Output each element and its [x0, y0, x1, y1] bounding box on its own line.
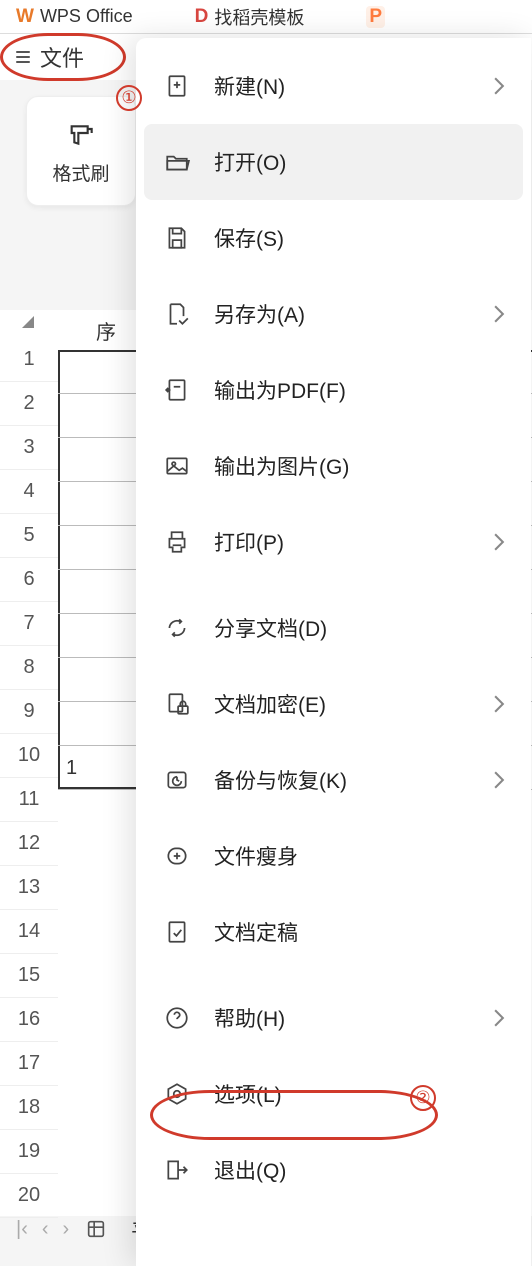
menu-item-help[interactable]: 帮助(H) [136, 980, 531, 1056]
row-header[interactable]: 12 [0, 822, 58, 866]
menu-label: 备份与恢复(K) [214, 765, 493, 795]
row-header[interactable]: 6 [0, 558, 58, 602]
menu-label: 文件瘦身 [214, 841, 505, 871]
menu-label: 打开(O) [214, 147, 505, 177]
menu-label: 分享文档(D) [214, 613, 505, 643]
menu-item-options[interactable]: 选项(L) [136, 1056, 531, 1132]
menu-item-backup[interactable]: 备份与恢复(K) [136, 742, 531, 818]
chevron-right-icon [493, 1009, 505, 1027]
menu-label: 帮助(H) [214, 1003, 493, 1033]
wps-logo-icon: W [16, 6, 34, 28]
row-header[interactable]: 19 [0, 1130, 58, 1174]
row-header[interactable]: 15 [0, 954, 58, 998]
menu-item-file-slim[interactable]: 文件瘦身 [136, 818, 531, 894]
print-icon [162, 527, 192, 557]
new-file-icon [162, 71, 192, 101]
tab-label: WPS Office [40, 6, 133, 27]
menu-label: 退出(Q) [214, 1155, 505, 1185]
menu-item-new[interactable]: 新建(N) [136, 48, 531, 124]
menu-item-save[interactable]: 保存(S) [136, 200, 531, 276]
share-icon [162, 613, 192, 643]
save-icon [162, 223, 192, 253]
prev-sheet-button[interactable]: ‹ [42, 1218, 49, 1241]
menu-item-open[interactable]: 打开(O) [144, 124, 523, 200]
row-header[interactable]: 9 [0, 690, 58, 734]
document-check-icon [162, 917, 192, 947]
chevron-right-icon [493, 533, 505, 551]
chevron-right-icon [493, 771, 505, 789]
sheet-list-icon[interactable] [85, 1218, 107, 1240]
menu-item-export-pdf[interactable]: 输出为PDF(F) [136, 352, 531, 428]
image-export-icon [162, 451, 192, 481]
select-all-triangle[interactable] [22, 316, 34, 328]
menu-label: 另存为(A) [214, 299, 493, 329]
row-header[interactable]: 14 [0, 910, 58, 954]
row-header[interactable]: 8 [0, 646, 58, 690]
row-header[interactable]: 5 [0, 514, 58, 558]
row-header[interactable]: 11 [0, 778, 58, 822]
row-header[interactable]: 13 [0, 866, 58, 910]
menu-label: 打印(P) [214, 527, 493, 557]
row-header[interactable]: 2 [0, 382, 58, 426]
backup-restore-icon [162, 765, 192, 795]
row-header[interactable]: 16 [0, 998, 58, 1042]
help-icon [162, 1003, 192, 1033]
menu-item-finalize[interactable]: 文档定稿 [136, 894, 531, 970]
menu-item-encrypt[interactable]: 文档加密(E) [136, 666, 531, 742]
menu-label: 保存(S) [214, 223, 505, 253]
paintbrush-icon [65, 117, 97, 149]
menu-label: 输出为PDF(F) [214, 375, 505, 405]
exit-icon [162, 1155, 192, 1185]
file-menu-button[interactable]: 文件 [0, 37, 100, 77]
docer-logo-icon: D [195, 6, 209, 28]
title-bar-tabs: W WPS Office D 找稻壳模板 P [0, 0, 532, 34]
ppt-logo-icon: P [366, 6, 385, 28]
chevron-right-icon [493, 305, 505, 323]
format-painter-label: 格式刷 [52, 159, 109, 186]
menu-item-print[interactable]: 打印(P) [136, 504, 531, 580]
first-sheet-button[interactable]: |‹ [16, 1218, 28, 1241]
hamburger-icon [16, 51, 30, 63]
row-header[interactable]: 18 [0, 1086, 58, 1130]
menu-item-save-as[interactable]: 另存为(A) [136, 276, 531, 352]
tab-label: 找稻壳模板 [214, 4, 304, 30]
cell-value: 1 [60, 757, 77, 779]
tab-presentation[interactable]: P [350, 0, 401, 34]
menu-label: 选项(L) [214, 1079, 505, 1109]
row-header[interactable]: 17 [0, 1042, 58, 1086]
row-header[interactable]: 1 [0, 338, 58, 382]
menu-label: 输出为图片(G) [214, 451, 505, 481]
pdf-export-icon [162, 375, 192, 405]
menu-item-exit[interactable]: 退出(Q) [136, 1132, 531, 1208]
settings-icon [162, 1079, 192, 1109]
file-menu-label: 文件 [40, 41, 84, 73]
tab-wps-home[interactable]: W WPS Office [0, 0, 149, 34]
menu-label: 文档加密(E) [214, 689, 493, 719]
row-header[interactable]: 4 [0, 470, 58, 514]
save-as-icon [162, 299, 192, 329]
column-header[interactable]: 序 [58, 310, 116, 350]
menu-item-export-image[interactable]: 输出为图片(G) [136, 428, 531, 504]
row-header[interactable]: 10 [0, 734, 58, 778]
menu-label: 文档定稿 [214, 917, 505, 947]
menu-item-share[interactable]: 分享文档(D) [136, 590, 531, 666]
file-menu-dropdown: 新建(N) 打开(O) 保存(S) 另存为(A) 输出为PDF(F) 输出为图片… [136, 38, 531, 1266]
format-painter-button[interactable]: 格式刷 [26, 96, 136, 206]
lock-document-icon [162, 689, 192, 719]
menu-label: 新建(N) [214, 71, 493, 101]
row-headers: 1 2 3 4 5 6 7 8 9 10 11 12 13 14 15 16 1… [0, 338, 58, 1218]
next-sheet-button[interactable]: › [63, 1218, 70, 1241]
chevron-right-icon [493, 77, 505, 95]
row-header[interactable]: 7 [0, 602, 58, 646]
tab-docer[interactable]: D 找稻壳模板 [179, 0, 321, 34]
chevron-right-icon [493, 695, 505, 713]
file-slim-icon [162, 841, 192, 871]
row-header[interactable]: 3 [0, 426, 58, 470]
folder-open-icon [162, 147, 192, 177]
